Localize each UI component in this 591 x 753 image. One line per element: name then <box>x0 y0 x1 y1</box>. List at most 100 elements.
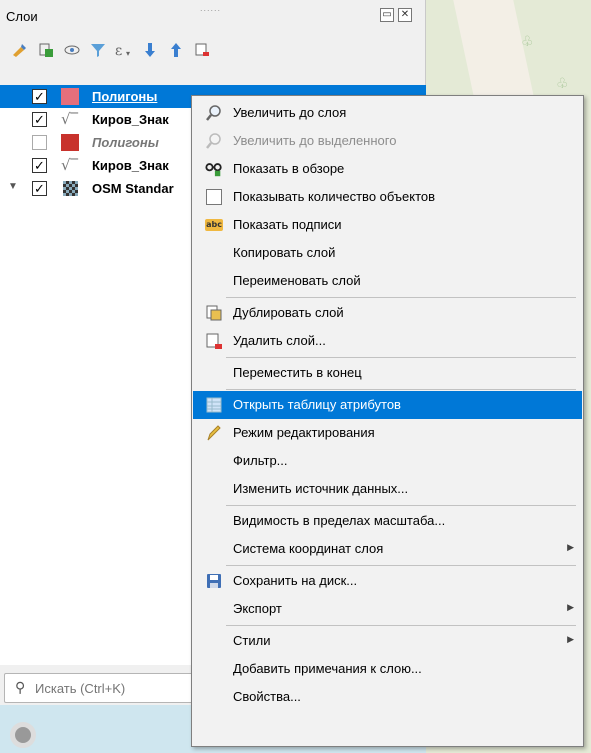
line-symbol-icon: √‾ <box>61 156 79 174</box>
menu-item-save-to-disk[interactable]: Сохранить на диск... <box>193 567 582 595</box>
panel-title: Слои <box>6 9 38 24</box>
menu-item-zoom-to-layer[interactable]: Увеличить до слоя <box>193 99 582 127</box>
menu-item-label: Стили <box>233 633 271 648</box>
layer-visibility-checkbox[interactable]: ✓ <box>32 112 47 127</box>
menu-item-label: Увеличить до слоя <box>233 105 347 120</box>
menu-item-label: Свойства... <box>233 689 301 704</box>
menu-item-show-in-overview[interactable]: Показать в обзоре <box>193 155 582 183</box>
tree-icon: ♧ <box>556 76 569 92</box>
drag-grip[interactable]: ...... <box>200 3 221 13</box>
expression-filter-icon[interactable]: ε ▾ <box>112 38 136 62</box>
menu-separator <box>226 297 576 298</box>
layer-context-menu: Увеличить до слоя Увеличить до выделенно… <box>191 95 584 747</box>
layer-name: Полигоны <box>92 135 159 150</box>
menu-item-label: Показать в обзоре <box>233 161 345 176</box>
edit-pencil-icon <box>205 424 223 442</box>
style-icon[interactable] <box>8 38 32 62</box>
visibility-icon[interactable] <box>60 38 84 62</box>
layer-name: OSM Standar <box>92 181 174 196</box>
menu-item-show-feature-count[interactable]: Показывать количество объектов <box>193 183 582 211</box>
menu-item-remove-layer[interactable]: Удалить слой... <box>193 327 582 355</box>
add-group-icon[interactable] <box>34 38 58 62</box>
search-input[interactable] <box>35 679 185 697</box>
menu-item-label: Видимость в пределах масштаба... <box>233 513 446 528</box>
layer-name: Киров_Знак <box>92 158 169 173</box>
menu-item-change-data-source[interactable]: Изменить источник данных... <box>193 475 582 503</box>
menu-item-toggle-editing[interactable]: Режим редактирования <box>193 419 582 447</box>
menu-separator <box>226 625 576 626</box>
menu-separator <box>226 565 576 566</box>
close-panel-button[interactable]: ✕ <box>398 8 412 22</box>
menu-item-label: Фильтр... <box>233 453 288 468</box>
menu-separator <box>226 389 576 390</box>
menu-item-export[interactable]: Экспорт ▶ <box>193 595 582 623</box>
menu-item-label: Добавить примечания к слою... <box>233 661 422 676</box>
layer-visibility-checkbox[interactable]: ✓ <box>32 181 47 196</box>
menu-item-label: Копировать слой <box>233 245 336 260</box>
menu-item-label: Увеличить до выделенного <box>233 133 397 148</box>
remove-layer-icon <box>205 332 223 350</box>
search-icon: ⚲ <box>15 680 26 696</box>
labels-icon: abc <box>205 219 223 231</box>
menu-item-label: Показать подписи <box>233 217 342 232</box>
expand-arrow-icon[interactable]: ▼ <box>8 181 18 192</box>
tree-icon: ♧ <box>521 34 534 50</box>
menu-item-label: Удалить слой... <box>233 333 326 348</box>
menu-item-duplicate-layer[interactable]: Дублировать слой <box>193 299 582 327</box>
layers-toolbar: ε ▾ <box>0 32 426 68</box>
menu-item-show-labels[interactable]: abc Показать подписи <box>193 211 582 239</box>
menu-item-label: Открыть таблицу атрибутов <box>233 397 401 412</box>
menu-separator <box>226 357 576 358</box>
polygon-symbol-icon <box>61 134 79 151</box>
layer-name: Полигоны <box>92 89 158 104</box>
save-icon <box>205 572 223 590</box>
menu-item-label: Экспорт <box>233 601 282 616</box>
submenu-arrow-icon: ▶ <box>567 602 574 612</box>
svg-text:▾: ▾ <box>126 49 130 58</box>
menu-item-label: Режим редактирования <box>233 425 375 440</box>
remove-layer-icon[interactable] <box>190 38 214 62</box>
float-panel-button[interactable]: ▭ <box>380 8 394 22</box>
menu-item-properties[interactable]: Свойства... <box>193 683 582 711</box>
menu-item-label: Система координат слоя <box>233 541 384 556</box>
menu-item-rename-layer[interactable]: Переименовать слой <box>193 267 582 295</box>
menu-item-filter[interactable]: Фильтр... <box>193 447 582 475</box>
menu-item-add-layer-notes[interactable]: Добавить примечания к слою... <box>193 655 582 683</box>
overview-icon <box>205 160 223 178</box>
zoom-to-selection-icon <box>205 132 223 150</box>
layer-name: Киров_Знак <box>92 112 169 127</box>
menu-separator <box>226 505 576 506</box>
attribute-table-icon <box>205 396 223 414</box>
search-box[interactable]: ⚲ <box>4 673 194 703</box>
menu-item-scale-visibility[interactable]: Видимость в пределах масштаба... <box>193 507 582 535</box>
duplicate-layer-icon <box>205 304 223 322</box>
line-symbol-icon: √‾ <box>61 110 79 128</box>
submenu-arrow-icon: ▶ <box>567 542 574 552</box>
menu-item-label: Переименовать слой <box>233 273 361 288</box>
raster-layer-icon <box>63 181 78 196</box>
menu-item-move-to-bottom[interactable]: Переместить в конец <box>193 359 582 387</box>
menu-item-label: Дублировать слой <box>233 305 344 320</box>
layer-visibility-checkbox[interactable]: ✓ <box>32 89 47 104</box>
checkbox-icon[interactable] <box>205 188 223 206</box>
expand-all-icon[interactable] <box>138 38 162 62</box>
polygon-symbol-icon <box>61 88 79 105</box>
menu-item-label: Показывать количество объектов <box>233 189 436 204</box>
menu-item-label: Сохранить на диск... <box>233 573 358 588</box>
menu-item-label: Переместить в конец <box>233 365 362 380</box>
zoom-to-layer-icon <box>205 104 223 122</box>
menu-item-layer-crs[interactable]: Система координат слоя ▶ <box>193 535 582 563</box>
menu-item-label: Изменить источник данных... <box>233 481 409 496</box>
menu-item-open-attribute-table[interactable]: Открыть таблицу атрибутов <box>193 391 582 419</box>
svg-text:ε: ε <box>115 43 122 59</box>
panel-header: Слои ...... ▭ ✕ <box>0 0 426 32</box>
submenu-arrow-icon: ▶ <box>567 634 574 644</box>
app-logo-icon <box>10 722 36 748</box>
collapse-all-icon[interactable] <box>164 38 188 62</box>
layer-visibility-checkbox[interactable] <box>32 135 47 150</box>
menu-item-zoom-to-selection[interactable]: Увеличить до выделенного <box>193 127 582 155</box>
menu-item-styles[interactable]: Стили ▶ <box>193 627 582 655</box>
menu-item-copy-layer[interactable]: Копировать слой <box>193 239 582 267</box>
filter-icon[interactable] <box>86 38 110 62</box>
layer-visibility-checkbox[interactable]: ✓ <box>32 158 47 173</box>
